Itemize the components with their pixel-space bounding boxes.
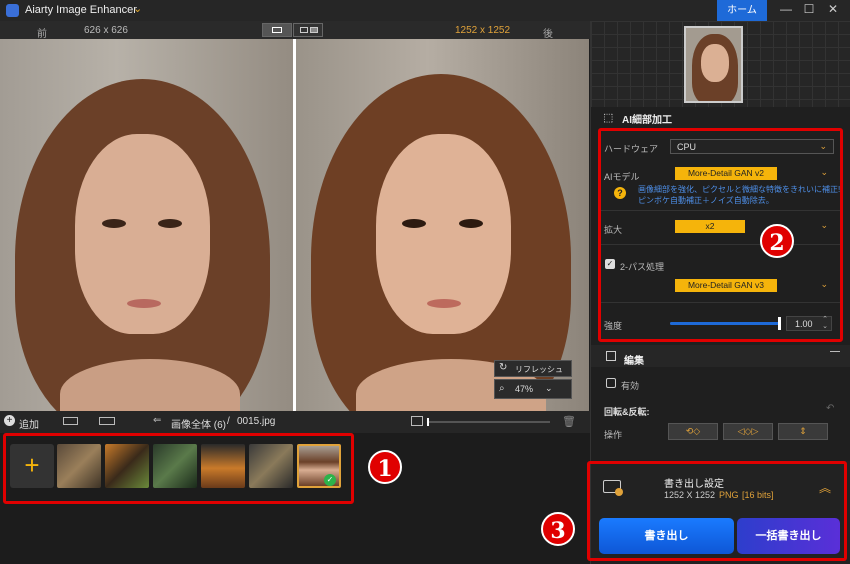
annotation-box-3 — [587, 461, 847, 561]
chevron-down-icon: ⌄ — [545, 383, 553, 393]
annotation-box-2 — [598, 128, 843, 342]
annotation-badge-1: 1 — [368, 450, 402, 484]
eye — [102, 219, 126, 228]
thumb-size-slider-handle[interactable] — [427, 418, 429, 426]
eye — [158, 219, 182, 228]
preview-thumbnail[interactable] — [684, 26, 743, 103]
strip-view-icon[interactable] — [99, 417, 115, 425]
thumb-size-slider[interactable] — [428, 421, 550, 423]
operation-label: 操作 — [604, 430, 623, 440]
rotate-button[interactable]: ⟲◇ — [668, 423, 718, 440]
before-size: 626 x 626 — [84, 25, 128, 36]
enable-checkbox[interactable] — [606, 378, 616, 388]
edit-title: 編集 — [624, 356, 644, 367]
breadcrumb-all[interactable]: 画像全体 (6) — [171, 416, 226, 431]
annotation-badge-3: 3 — [541, 512, 575, 546]
after-label: 後 — [543, 29, 553, 40]
minimize-icon[interactable]: — — [776, 2, 796, 16]
lips — [427, 299, 461, 308]
image-icon — [411, 416, 423, 426]
add-button[interactable]: 追加 — [19, 416, 39, 431]
undo-icon[interactable]: ↶ — [826, 403, 834, 414]
maximize-icon[interactable]: ☐ — [799, 2, 819, 16]
eye — [459, 219, 483, 228]
single-view-icon — [272, 27, 282, 33]
eye — [402, 219, 426, 228]
back-arrow-icon[interactable]: ⇐ — [153, 415, 161, 426]
flip-vertical-button[interactable]: ⇕ — [778, 423, 828, 440]
collapse-icon[interactable] — [830, 351, 840, 352]
app-title: Aiarty Image Enhancer — [25, 4, 137, 16]
zoom-select[interactable]: ⌕ 47% ⌄ — [494, 379, 572, 399]
ai-detail-title: AI細部加工 — [622, 115, 672, 126]
before-label: 前 — [37, 29, 47, 40]
annotation-box-1 — [3, 433, 354, 504]
refresh-label: リフレッシュ — [515, 365, 563, 374]
after-size: 1252 x 1252 — [455, 25, 511, 36]
chevron-down-icon[interactable]: ⌄ — [133, 2, 142, 15]
split-view-icon — [300, 27, 308, 33]
enable-label: 有効 — [621, 381, 640, 391]
home-button[interactable]: ホーム — [717, 0, 767, 21]
single-view-button[interactable] — [262, 23, 292, 37]
breadcrumb-file: 0015.jpg — [237, 416, 276, 427]
app-logo-icon — [6, 4, 19, 17]
before-image — [0, 39, 293, 411]
zoom-icon: ⌕ — [499, 383, 505, 394]
after-image — [296, 39, 589, 411]
ai-detail-icon: ⬚ — [603, 112, 614, 124]
split-view-button[interactable] — [293, 23, 323, 37]
grid-view-icon[interactable] — [63, 417, 78, 425]
trash-icon[interactable]: 🗑 — [562, 415, 576, 428]
edit-icon — [606, 351, 616, 361]
zoom-value: 47% — [515, 384, 534, 394]
annotation-badge-2: 2 — [760, 224, 794, 258]
rotate-label: 回転&反転: — [604, 407, 650, 417]
breadcrumb-separator: / — [227, 416, 230, 427]
refresh-icon: ↻ — [499, 362, 508, 373]
flip-horizontal-button[interactable]: ◁◇▷ — [723, 423, 773, 440]
add-icon[interactable]: + — [4, 415, 15, 426]
refresh-button[interactable]: ↻ リフレッシュ — [494, 360, 572, 377]
lips — [127, 299, 161, 308]
close-icon[interactable]: ✕ — [823, 2, 843, 16]
